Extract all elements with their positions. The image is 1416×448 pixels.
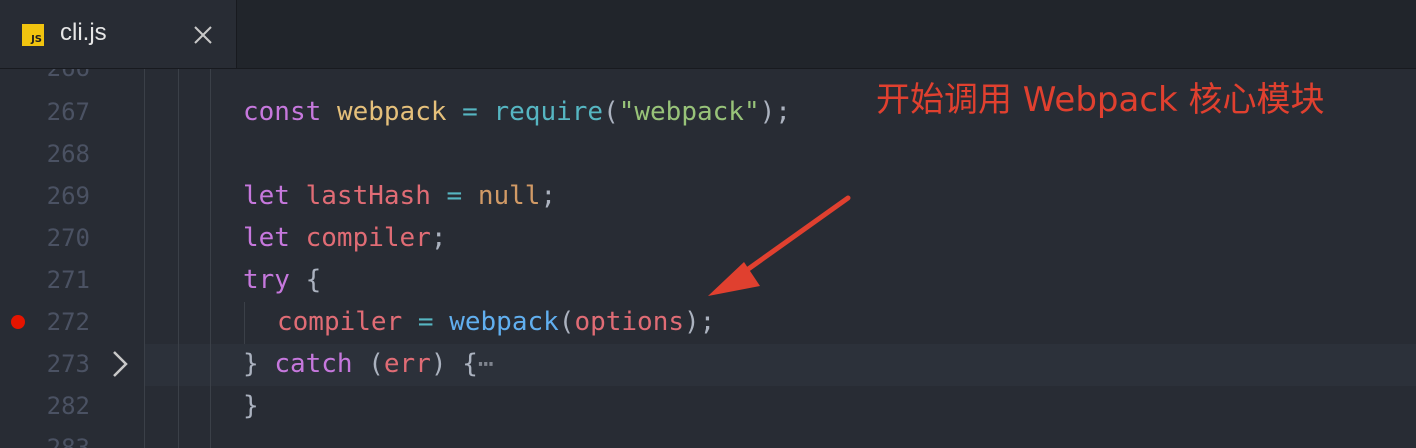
annotation-arrow <box>708 195 851 296</box>
